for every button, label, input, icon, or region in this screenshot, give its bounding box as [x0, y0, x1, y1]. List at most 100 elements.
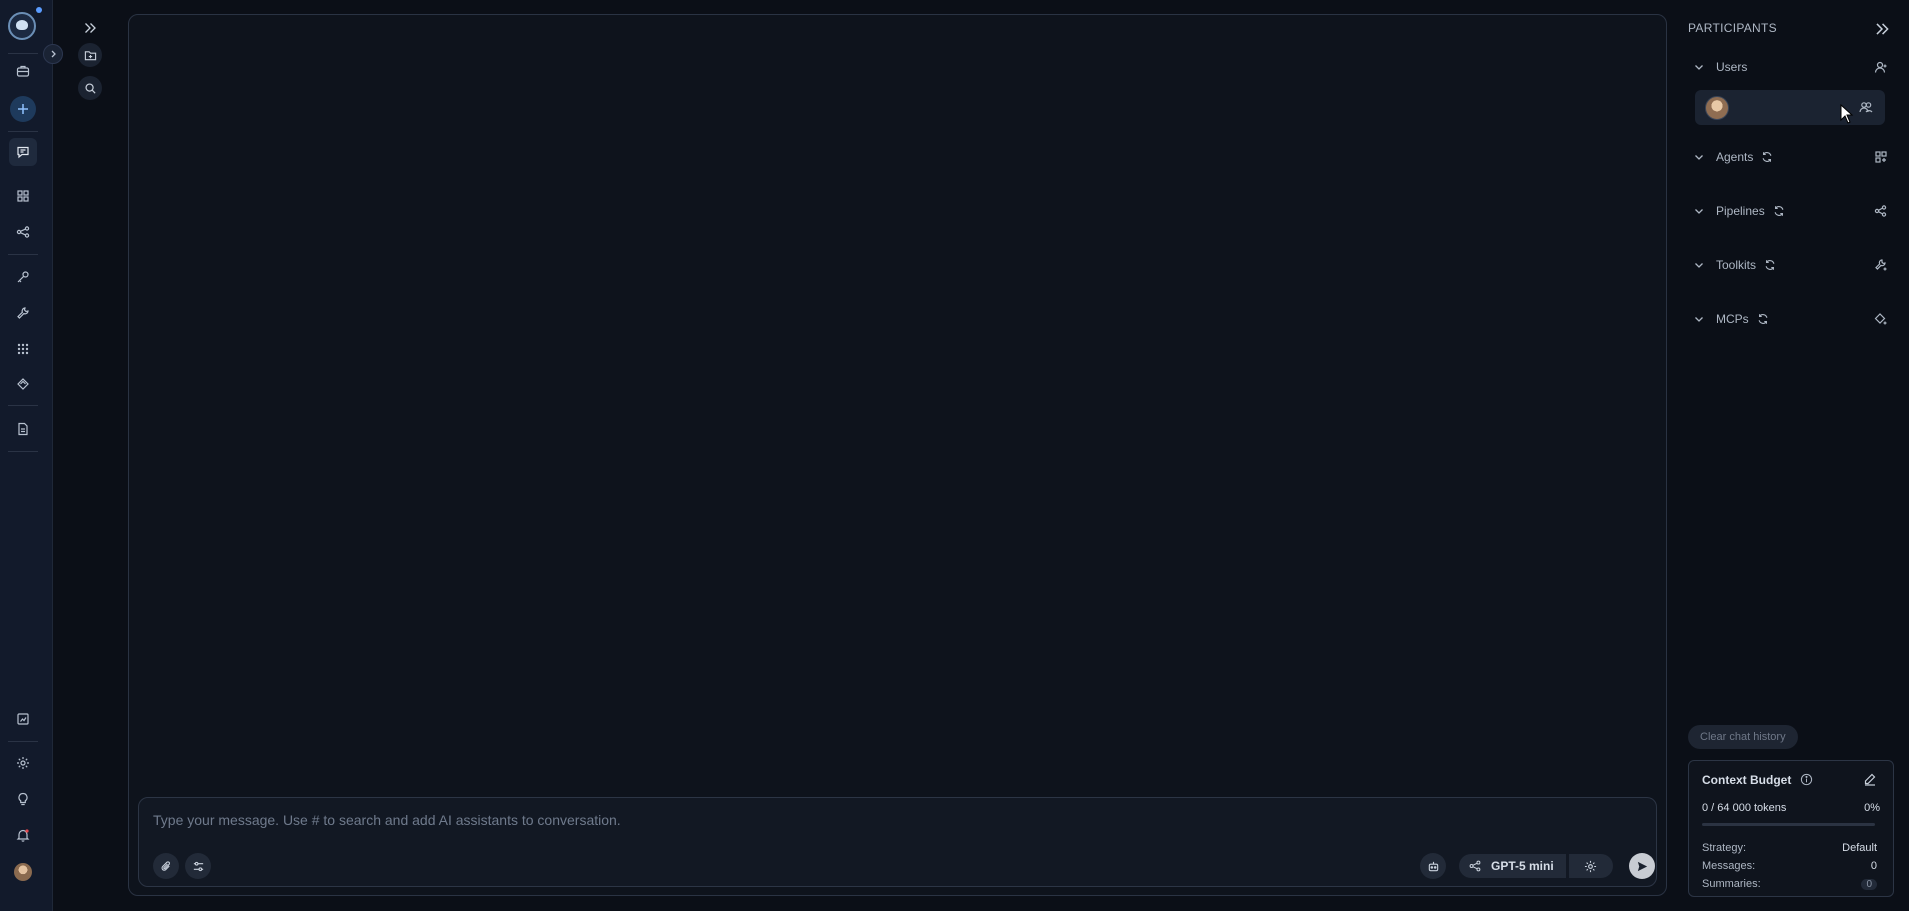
rail-item-pipelines[interactable]: [9, 218, 37, 246]
rail-divider: [8, 741, 38, 742]
refresh-icon[interactable]: [1757, 313, 1769, 325]
chat-icon: [17, 146, 29, 159]
message-composer: GPT-5 mini: [138, 797, 1657, 887]
add-pipeline-icon[interactable]: [1874, 204, 1888, 218]
rail-item-agents[interactable]: [9, 182, 37, 210]
app-logo[interactable]: [8, 12, 36, 40]
section-label: Agents: [1716, 150, 1754, 164]
apps-grid-icon: [17, 343, 29, 355]
section-label: Pipelines: [1716, 204, 1765, 218]
paperclip-icon: [161, 860, 170, 871]
messages-label: Messages:: [1702, 860, 1756, 872]
add-mcp-icon[interactable]: [1874, 312, 1888, 326]
section-label: Users: [1716, 60, 1748, 74]
participants-panel: PARTICIPANTS Users Agents Pipelines Tool…: [1677, 0, 1909, 911]
clear-chat-history-button[interactable]: Clear chat history: [1688, 725, 1798, 749]
model-name: GPT-5 mini: [1491, 859, 1554, 873]
share-nodes-icon: [1469, 860, 1481, 872]
rail-item-credentials[interactable]: [9, 57, 37, 85]
chevron-down-icon: [1695, 209, 1703, 214]
chevron-right-icon: [51, 50, 56, 58]
refresh-icon[interactable]: [1764, 259, 1776, 271]
expand-rail-button[interactable]: [43, 44, 63, 64]
add-toolkit-icon[interactable]: [1874, 258, 1888, 272]
rail-divider: [8, 451, 38, 452]
edit-icon[interactable]: [1863, 772, 1877, 786]
model-select-button[interactable]: GPT-5 mini: [1459, 854, 1566, 878]
rail-divider: [8, 53, 38, 54]
strategy-row: Strategy: Default: [1702, 841, 1877, 855]
token-usage-bar: [1702, 823, 1875, 826]
refresh-icon[interactable]: [1773, 205, 1785, 217]
attach-button[interactable]: [153, 853, 179, 879]
new-folder-button[interactable]: [78, 43, 102, 67]
summaries-value: 0: [1861, 878, 1877, 890]
gear-icon: [17, 757, 29, 769]
context-budget-card: Context Budget 0 / 64 000 tokens 0% Stra…: [1688, 760, 1894, 897]
key-icon: [17, 271, 29, 283]
strategy-label: Strategy:: [1702, 842, 1747, 854]
section-pipelines[interactable]: Pipelines: [1688, 200, 1888, 222]
info-icon[interactable]: [1800, 773, 1813, 786]
rail-item-apps[interactable]: [9, 335, 37, 363]
app-root: GPT-5 mini PARTICIPANTS Users: [0, 0, 1909, 911]
section-label: Toolkits: [1716, 258, 1757, 272]
section-toolkits[interactable]: Toolkits: [1688, 254, 1888, 276]
summaries-row: Summaries: 0: [1702, 877, 1877, 891]
bell-icon: [16, 829, 30, 842]
search-chats-button[interactable]: [78, 76, 102, 100]
rail-divider: [8, 254, 38, 255]
rail-divider: [8, 131, 38, 132]
token-usage: 0 / 64 000 tokens: [1702, 802, 1787, 814]
rail-divider: [8, 405, 38, 406]
section-mcps[interactable]: MCPs: [1688, 308, 1888, 330]
chevron-down-icon: [1695, 155, 1703, 160]
chevron-down-icon: [1695, 317, 1703, 322]
messages-row: Messages: 0: [1702, 859, 1877, 873]
rail-item-credentials-key[interactable]: [9, 263, 37, 291]
double-chevron-right-icon[interactable]: [1873, 20, 1891, 38]
chat-panel: GPT-5 mini: [128, 14, 1667, 896]
message-input[interactable]: [153, 808, 1633, 832]
folder-plus-icon: [84, 50, 96, 60]
avatar: [1705, 96, 1729, 120]
model-selector: GPT-5 mini: [1459, 854, 1613, 878]
rail-item-chat[interactable]: [9, 138, 37, 166]
chat-options-button[interactable]: [185, 853, 211, 879]
send-button[interactable]: [1629, 853, 1655, 879]
rail-item-artifacts[interactable]: [9, 415, 37, 443]
new-chat-button[interactable]: [10, 96, 36, 122]
robot-icon: [1428, 861, 1438, 871]
participant-user-card[interactable]: [1695, 90, 1885, 125]
agent-button[interactable]: [1420, 853, 1446, 879]
nav-rail: [0, 0, 53, 911]
rail-item-settings[interactable]: [9, 749, 37, 777]
mcp-icon: [17, 378, 29, 390]
plus-icon: [18, 104, 28, 114]
document-icon: [18, 422, 28, 436]
summaries-label: Summaries:: [1702, 878, 1761, 890]
gear-icon: [1585, 860, 1597, 872]
context-budget-title: Context Budget: [1702, 773, 1792, 787]
add-agent-icon[interactable]: [1874, 150, 1888, 164]
rail-item-mcps[interactable]: [9, 370, 37, 398]
add-user-icon[interactable]: [1874, 60, 1888, 74]
model-settings-button[interactable]: [1568, 854, 1613, 878]
section-users[interactable]: Users: [1688, 56, 1888, 78]
sliders-icon: [193, 861, 203, 871]
double-chevron-right-icon: [85, 23, 96, 33]
user-avatar[interactable]: [14, 863, 32, 881]
refresh-icon[interactable]: [1761, 151, 1773, 163]
report-icon: [17, 713, 29, 725]
section-agents[interactable]: Agents: [1688, 146, 1888, 168]
users-icon[interactable]: [1859, 100, 1873, 114]
rail-item-ideas[interactable]: [9, 785, 37, 813]
rail-item-notifications[interactable]: [9, 821, 37, 849]
wrench-icon: [17, 307, 29, 319]
workflow-icon: [16, 226, 30, 238]
rail-item-reports[interactable]: [9, 705, 37, 733]
rail-item-toolkits[interactable]: [9, 299, 37, 327]
briefcase-icon: [16, 65, 30, 77]
messages-value: 0: [1870, 860, 1877, 872]
expand-sidebar-button[interactable]: [78, 16, 102, 40]
